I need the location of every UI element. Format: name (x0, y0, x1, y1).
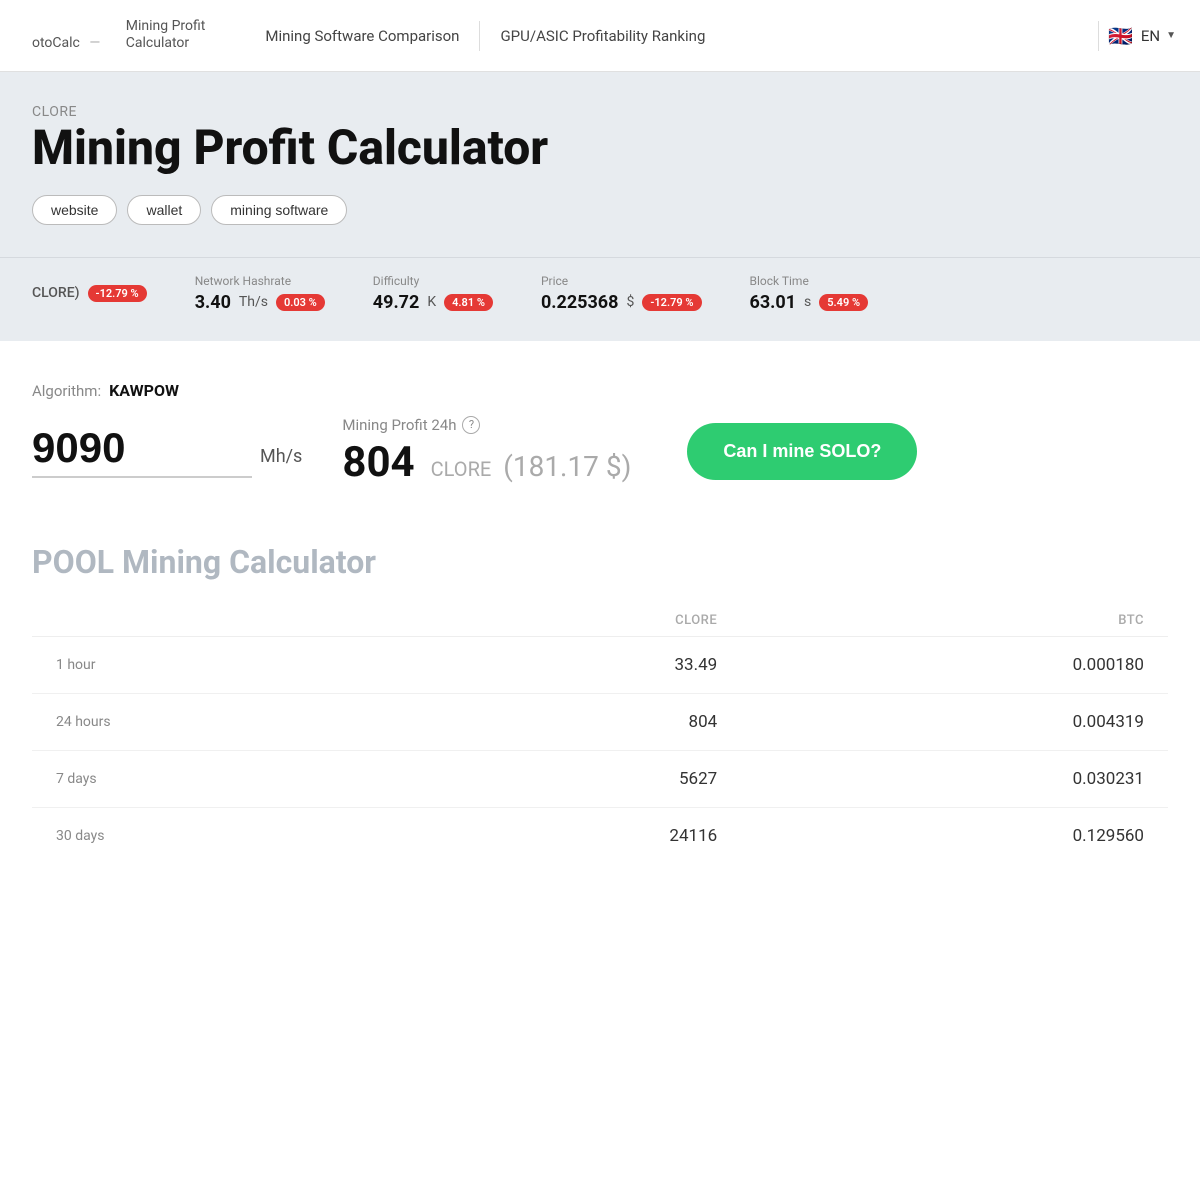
mining-software-tag[interactable]: mining software (211, 195, 347, 225)
table-cell-period: 1 hour (32, 636, 399, 693)
flag-icon: 🇬🇧 (1107, 22, 1135, 50)
table-header-btc: BTC (741, 605, 1168, 637)
nav-profitability-ranking[interactable]: GPU/ASIC Profitability Ranking (480, 27, 725, 45)
stats-bar: CLORE) -12.79 % Network Hashrate 3.40 Th… (0, 257, 1200, 341)
block-time-unit: s (804, 294, 811, 310)
price-value: 0.225368 (541, 292, 619, 313)
calculator-section: Algorithm: KAWPOW Mh/s Mining Profit 24h… (0, 341, 1200, 511)
logo-dash: — (86, 35, 104, 51)
pool-table: CLORE BTC 1 hour 33.49 0.000180 24 hours… (32, 605, 1168, 864)
logo-subtitle: Mining ProfitCalculator (118, 18, 206, 52)
difficulty-unit: K (427, 294, 436, 310)
table-cell-period: 24 hours (32, 693, 399, 750)
help-icon[interactable]: ? (462, 416, 480, 434)
header: otoCalc — Mining ProfitCalculator Mining… (0, 0, 1200, 72)
lang-label: EN (1141, 27, 1160, 45)
table-header-row: CLORE BTC (32, 605, 1168, 637)
network-hashrate-badge: 0.03 % (276, 294, 325, 311)
hashrate-unit: Mh/s (260, 446, 302, 467)
hashrate-group: Mh/s (32, 424, 302, 478)
coin-badge: CLORE (32, 104, 1168, 120)
coin-change-badge: -12.79 % (88, 285, 147, 302)
main-nav: Mining Software Comparison GPU/ASIC Prof… (245, 21, 1098, 51)
difficulty-value: 49.72 (373, 292, 420, 313)
chevron-down-icon: ▼ (1166, 30, 1176, 41)
page-title: Mining Profit Calculator (32, 122, 1168, 175)
table-cell-btc: 0.030231 (741, 750, 1168, 807)
coin-label-area: CLORE) -12.79 % (32, 285, 147, 302)
lang-separator (1098, 21, 1099, 51)
network-hashrate-label: Network Hashrate (195, 274, 325, 288)
block-time-stat: Block Time 63.01 s 5.49 % (750, 274, 869, 313)
difficulty-label: Difficulty (373, 274, 493, 288)
logo-text: otoCalc (32, 35, 80, 51)
table-header-period (32, 605, 399, 637)
profit-label: Mining Profit 24h ? (342, 416, 631, 434)
table-row: 1 hour 33.49 0.000180 (32, 636, 1168, 693)
table-cell-btc: 0.129560 (741, 807, 1168, 864)
profit-value-row: 804 CLORE (181.17 $) (342, 438, 631, 487)
hashrate-input[interactable] (32, 424, 252, 478)
wallet-tag[interactable]: wallet (127, 195, 201, 225)
table-cell-clore: 804 (399, 693, 741, 750)
difficulty-value-row: 49.72 K 4.81 % (373, 292, 493, 313)
table-row: 24 hours 804 0.004319 (32, 693, 1168, 750)
algo-value: KAWPOW (109, 381, 179, 400)
profit-amount: 804 (342, 438, 414, 487)
profit-usd: (181.17 $) (503, 450, 631, 483)
difficulty-badge: 4.81 % (444, 294, 493, 311)
block-time-badge: 5.49 % (819, 294, 868, 311)
table-cell-clore: 24116 (399, 807, 741, 864)
header-right: 🇬🇧 EN ▼ (1098, 21, 1176, 51)
hero-section: CLORE Mining Profit Calculator website w… (0, 72, 1200, 257)
algorithm-row: Algorithm: KAWPOW (32, 381, 1168, 400)
hero-tags: website wallet mining software (32, 195, 1168, 225)
block-time-value-row: 63.01 s 5.49 % (750, 292, 869, 313)
nav-mining-software[interactable]: Mining Software Comparison (245, 27, 479, 45)
network-hashrate-stat: Network Hashrate 3.40 Th/s 0.03 % (195, 274, 325, 313)
calc-main: Mh/s Mining Profit 24h ? 804 CLORE (181.… (32, 416, 1168, 487)
table-cell-btc: 0.004319 (741, 693, 1168, 750)
hashrate-row: Mh/s (32, 424, 302, 478)
price-stat: Price 0.225368 $ -12.79 % (541, 274, 702, 313)
coin-label: CLORE) (32, 285, 80, 301)
network-hashrate-value-row: 3.40 Th/s 0.03 % (195, 292, 325, 313)
table-cell-clore: 5627 (399, 750, 741, 807)
price-label: Price (541, 274, 702, 288)
website-tag[interactable]: website (32, 195, 117, 225)
table-row: 7 days 5627 0.030231 (32, 750, 1168, 807)
profit-coin: CLORE (431, 457, 492, 481)
network-hashrate-unit: Th/s (239, 294, 268, 310)
profit-section: Mining Profit 24h ? 804 CLORE (181.17 $) (342, 416, 631, 487)
table-cell-btc: 0.000180 (741, 636, 1168, 693)
logo-area: otoCalc — Mining ProfitCalculator (24, 18, 205, 53)
table-cell-period: 7 days (32, 750, 399, 807)
table-cell-period: 30 days (32, 807, 399, 864)
block-time-label: Block Time (750, 274, 869, 288)
price-badge: -12.79 % (642, 294, 701, 311)
network-hashrate-value: 3.40 (195, 292, 231, 313)
difficulty-stat: Difficulty 49.72 K 4.81 % (373, 274, 493, 313)
language-selector[interactable]: 🇬🇧 EN ▼ (1107, 22, 1176, 50)
price-unit: $ (626, 294, 634, 310)
table-header-clore: CLORE (399, 605, 741, 637)
algo-label: Algorithm: (32, 382, 101, 400)
pool-title: POOL Mining Calculator (32, 543, 1168, 581)
solo-mine-button[interactable]: Can I mine SOLO? (687, 423, 917, 480)
table-cell-clore: 33.49 (399, 636, 741, 693)
table-row: 30 days 24116 0.129560 (32, 807, 1168, 864)
block-time-value: 63.01 (750, 292, 797, 313)
price-value-row: 0.225368 $ -12.79 % (541, 292, 702, 313)
pool-section: POOL Mining Calculator CLORE BTC 1 hour … (0, 511, 1200, 864)
